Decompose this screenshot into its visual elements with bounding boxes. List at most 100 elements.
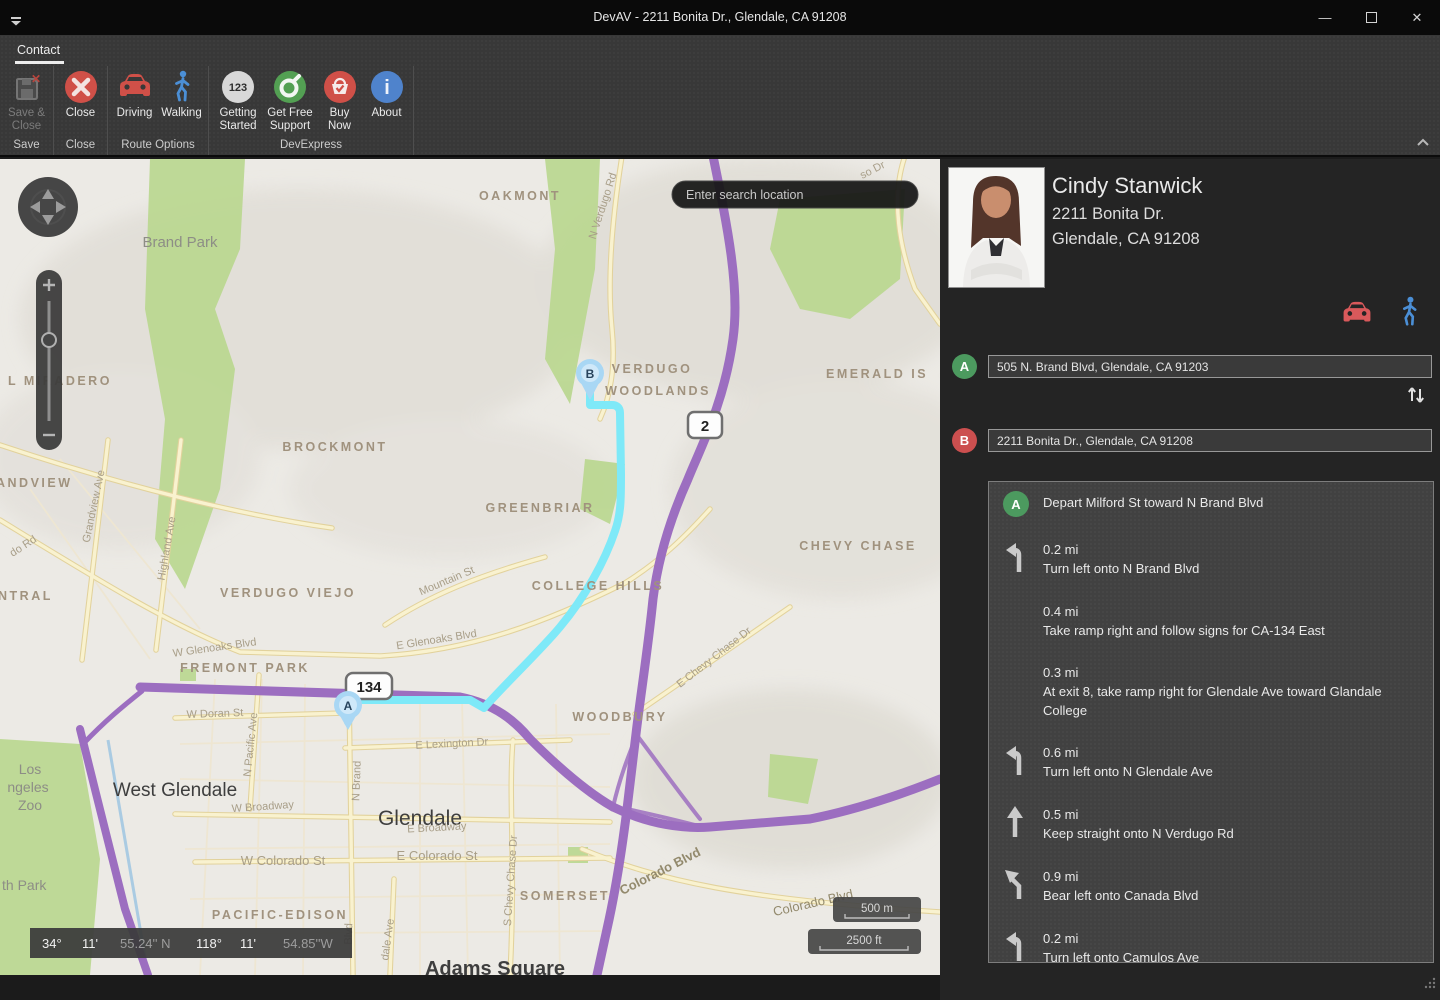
map-label: BROCKMONT — [282, 440, 387, 454]
minimize-button[interactable]: — — [1302, 0, 1348, 35]
direction-step[interactable]: 0.2 miTurn left onto Camulos Ave — [1003, 929, 1423, 963]
svg-text:54.85''W: 54.85''W — [283, 936, 333, 951]
close-icon — [63, 67, 99, 107]
about-label: About — [371, 107, 401, 120]
map-canvas[interactable]: 2 134 OAKMONTBrand ParkL MIRADEROBROCKMO… — [0, 159, 940, 975]
step-distance: 0.6 mi — [1043, 743, 1423, 762]
group-label-route-options: Route Options — [111, 137, 205, 155]
support-label-2: Support — [270, 120, 310, 133]
map-label: SOMERSET — [520, 889, 610, 903]
contact-address-line1: 2211 Bonita Dr. — [1052, 205, 1165, 224]
svg-text:500 m: 500 m — [861, 903, 893, 915]
svg-text:i: i — [384, 77, 390, 99]
direction-step[interactable]: 0.9 miBear left onto Canada Blvd — [1003, 867, 1423, 906]
step-text: Turn left onto N Glendale Ave — [1043, 762, 1423, 781]
svg-text:A: A — [344, 699, 353, 713]
map-zoom-slider[interactable] — [36, 270, 62, 450]
window-title: DevAV - 2211 Bonita Dr., Glendale, CA 91… — [0, 0, 1440, 35]
straight-icon — [1003, 805, 1043, 844]
walking-label: Walking — [161, 107, 201, 120]
buy-now-label-2: Now — [328, 120, 351, 133]
resize-grip[interactable] — [1424, 976, 1436, 994]
driving-mode-icon[interactable] — [1340, 300, 1374, 332]
step-marker-a-icon: A — [1003, 491, 1029, 517]
step-distance: 0.3 mi — [1043, 663, 1423, 682]
driving-button[interactable]: Driving — [111, 66, 158, 120]
waypoint-b-input[interactable] — [988, 429, 1432, 452]
ribbon-group-close: Close Close — [54, 66, 108, 155]
map-label: VERDUGO — [612, 362, 693, 376]
getting-started-button[interactable]: 123 Getting Started — [212, 66, 264, 133]
map-label: W Colorado St — [241, 853, 326, 868]
turn-left-icon — [1003, 743, 1043, 782]
direction-step[interactable]: 0.4 miTake ramp right and follow signs f… — [1003, 602, 1423, 640]
map-label: Brand Park — [142, 234, 218, 251]
tab-contact[interactable]: Contact — [15, 41, 64, 64]
turn-left-icon — [1003, 540, 1043, 579]
turn-left-icon — [1003, 929, 1043, 963]
group-label-devexpress: DevExpress — [212, 137, 410, 155]
step-distance: 0.2 mi — [1043, 929, 1423, 948]
svg-text:✕: ✕ — [30, 72, 40, 86]
buy-now-label-1: Buy — [330, 107, 350, 120]
waypoint-b-badge: B — [952, 428, 977, 453]
svg-text:11': 11' — [82, 936, 98, 951]
getting-started-label-1: Getting — [219, 107, 256, 120]
step-text: Turn left onto Camulos Ave — [1043, 948, 1423, 963]
map-pan-control[interactable] — [18, 177, 78, 237]
maximize-icon — [1366, 12, 1377, 23]
walking-mode-icon[interactable] — [1400, 296, 1419, 333]
direction-step[interactable]: A Depart Milford St toward N Brand Blvd — [1003, 490, 1423, 517]
map-label: Zoo — [18, 797, 42, 813]
highway-shield-2: 2 — [688, 412, 722, 438]
contact-route-panel: Cindy Stanwick 2211 Bonita Dr. Glendale,… — [940, 159, 1440, 1000]
map-label: W Doran St — [186, 707, 243, 721]
support-label-1: Get Free — [267, 107, 312, 120]
direction-step[interactable]: 0.6 miTurn left onto N Glendale Ave — [1003, 743, 1423, 782]
direction-step[interactable]: 0.5 miKeep straight onto N Verdugo Rd — [1003, 805, 1423, 844]
buy-now-icon — [322, 67, 358, 107]
contact-name: Cindy Stanwick — [1052, 173, 1202, 199]
zoom-slider-thumb[interactable] — [42, 333, 56, 347]
svg-text:123: 123 — [229, 82, 247, 94]
contact-address-line2: Glendale, CA 91208 — [1052, 230, 1200, 249]
step-text: At exit 8, take ramp right for Glendale … — [1043, 682, 1423, 720]
map-label: WOODBURY — [572, 710, 667, 724]
title-bar: DevAV - 2211 Bonita Dr., Glendale, CA 91… — [0, 0, 1440, 35]
buy-now-button[interactable]: Buy Now — [316, 66, 363, 133]
waypoint-a-input[interactable] — [988, 355, 1432, 378]
map-label: PACIFIC-EDISON — [212, 908, 348, 922]
directions-list[interactable]: A Depart Milford St toward N Brand Blvd … — [988, 481, 1434, 963]
map-label: th Park — [2, 877, 47, 893]
step-distance: 0.2 mi — [1043, 540, 1423, 559]
walking-icon — [172, 67, 192, 107]
group-label-save: Save — [3, 137, 50, 155]
ribbon-group-save: ✕ Save & Close Save — [0, 66, 54, 155]
svg-text:11': 11' — [240, 936, 256, 951]
direction-step[interactable]: 0.3 miAt exit 8, take ramp right for Gle… — [1003, 663, 1423, 720]
about-button[interactable]: i About — [363, 66, 410, 120]
walking-button[interactable]: Walking — [158, 66, 205, 120]
close-button[interactable]: Close — [57, 66, 104, 120]
svg-text:34°: 34° — [42, 936, 62, 951]
save-close-button[interactable]: ✕ Save & Close — [3, 66, 50, 133]
get-free-support-button[interactable]: Get Free Support — [264, 66, 316, 133]
contact-photo — [948, 167, 1045, 288]
close-window-button[interactable]: ✕ — [1394, 0, 1440, 35]
getting-started-icon: 123 — [220, 67, 256, 107]
map-label: COLLEGE HILLS — [532, 579, 665, 593]
step-distance: 0.5 mi — [1043, 805, 1423, 824]
driving-label: Driving — [117, 107, 153, 120]
map-label: ngeles — [7, 779, 48, 795]
ribbon-collapse-chevron-icon[interactable] — [1416, 133, 1430, 151]
direction-step[interactable]: 0.2 miTurn left onto N Brand Blvd — [1003, 540, 1423, 579]
map-search[interactable]: Enter search location — [672, 181, 918, 208]
swap-waypoints-button[interactable] — [1406, 385, 1426, 408]
map-coordinates-bar[interactable]: 34° 11' 55.24'' N 118° 11' 54.85''W — [30, 928, 352, 958]
map-label: West Glendale — [113, 780, 237, 801]
ribbon: Contact ✕ Save & Close S — [0, 35, 1440, 157]
map-scale-metric: 500 m — [833, 897, 921, 922]
map-scale-imperial: 2500 ft — [808, 929, 921, 954]
save-close-icon: ✕ — [12, 67, 42, 107]
maximize-button[interactable] — [1348, 0, 1394, 35]
